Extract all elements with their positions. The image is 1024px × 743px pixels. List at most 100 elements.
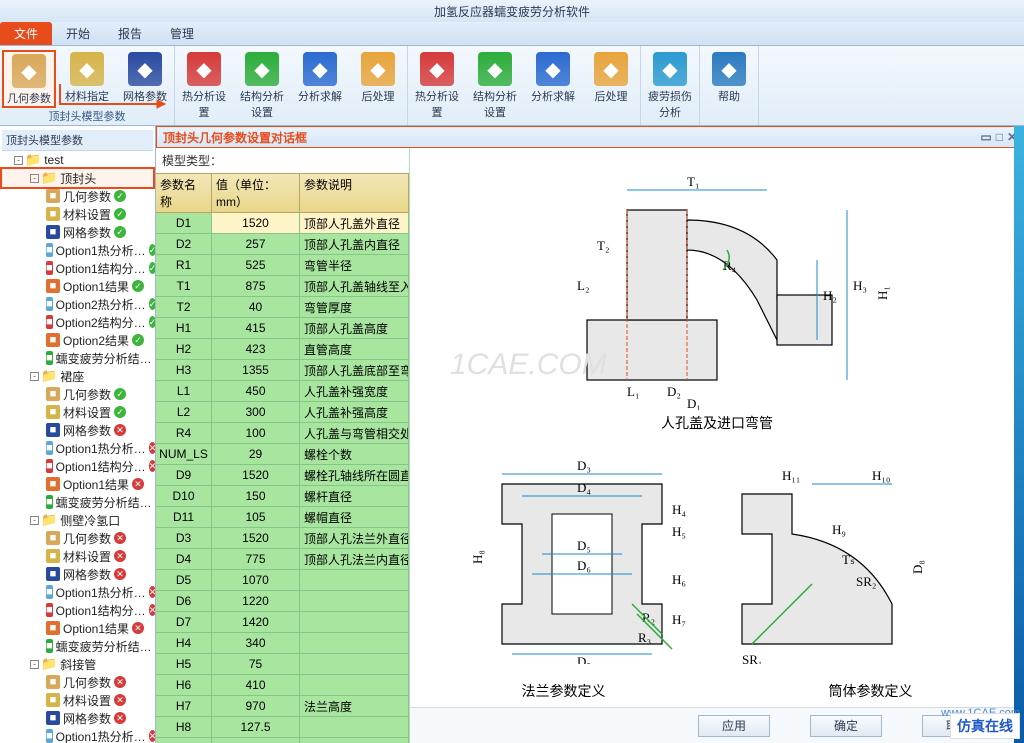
ribbon-分析求解[interactable]: ◆分析求解 xyxy=(293,50,347,120)
app-title: 加氢反应器蠕变疲劳分析软件 xyxy=(0,3,1024,20)
param-row[interactable]: H575 xyxy=(156,654,409,675)
apply-button[interactable]: 应用 xyxy=(698,715,770,737)
tree-item[interactable]: ■材料设置✓ xyxy=(2,205,153,223)
param-row[interactable]: D71420 xyxy=(156,612,409,633)
param-row[interactable]: H31355顶部人孔盖底部至弯… xyxy=(156,360,409,381)
tab-report[interactable]: 报告 xyxy=(104,22,156,45)
param-row[interactable]: D61220 xyxy=(156,591,409,612)
param-row[interactable]: D2257顶部人孔盖内直径 xyxy=(156,234,409,255)
param-row[interactable]: L2300人孔盖补强高度 xyxy=(156,402,409,423)
diagram-barrel: H₁₁ H₁₀ H₉ Tₛ SR₂ SR₁ D₈ xyxy=(722,454,972,664)
tree-item[interactable]: ■材料设置✕ xyxy=(2,691,153,709)
tree-item[interactable]: ■Option1结构分…✓ xyxy=(2,259,153,277)
param-row[interactable]: D11105螺帽直径 xyxy=(156,507,409,528)
tree-item[interactable]: ■几何参数✕ xyxy=(2,529,153,547)
tree-group-裙座[interactable]: -📁裙座 xyxy=(2,367,153,385)
ribbon-结构分析设置[interactable]: ◆结构分析设置 xyxy=(468,50,522,120)
svg-text:L₁: L₁ xyxy=(627,384,639,399)
ribbon-结构分析设置[interactable]: ◆结构分析设置 xyxy=(235,50,289,120)
caption-2: 法兰参数定义 xyxy=(410,679,717,707)
tab-manage[interactable]: 管理 xyxy=(156,22,208,45)
svg-text:D₄: D₄ xyxy=(577,480,591,495)
tree-item[interactable]: ■Option1热分析…✕ xyxy=(2,583,153,601)
ribbon-后处理[interactable]: ◆后处理 xyxy=(584,50,638,120)
param-row[interactable]: D31520顶部人孔法兰外直径 xyxy=(156,528,409,549)
tree-group-顶封头[interactable]: -📁顶封头 xyxy=(2,169,153,187)
param-row[interactable]: R220 xyxy=(156,738,409,743)
diagram-top: T₁ H₃ H₂ L₂ L₁ D₂ D₁ R₄ T₂ H₁ xyxy=(527,150,907,410)
param-row[interactable]: H2423直管高度 xyxy=(156,339,409,360)
param-row[interactable]: R4100人孔盖与弯管相交处倒角 xyxy=(156,423,409,444)
param-row[interactable]: H4340 xyxy=(156,633,409,654)
param-row[interactable]: T240弯管厚度 xyxy=(156,297,409,318)
tree-item[interactable]: ■Option1结构分…✕ xyxy=(2,601,153,619)
tree-item[interactable]: ■蠕变疲劳分析结…✓ xyxy=(2,349,153,367)
tree-item[interactable]: ■Option2结构分…✓ xyxy=(2,313,153,331)
tree-item[interactable]: ■几何参数✓ xyxy=(2,385,153,403)
tree-item[interactable]: ■材料设置✕ xyxy=(2,547,153,565)
param-row[interactable]: D51070 xyxy=(156,570,409,591)
tree-item[interactable]: ■Option1结果✕ xyxy=(2,619,153,637)
param-row[interactable]: D11520顶部人孔盖外直径 xyxy=(156,213,409,234)
ribbon-热分析设置[interactable]: ◆热分析设置 xyxy=(177,50,231,120)
tree-item[interactable]: ■网格参数✓ xyxy=(2,223,153,241)
tree-root[interactable]: -📁test xyxy=(2,151,153,169)
tree-item[interactable]: ■Option2热分析…✓ xyxy=(2,295,153,313)
dialog-title-text: 顶封头几何参数设置对话框 xyxy=(163,129,307,146)
ribbon-帮助[interactable]: ◆帮助 xyxy=(702,50,756,104)
param-row[interactable]: D10150螺杆直径 xyxy=(156,486,409,507)
tree-item[interactable]: ■Option1结果✕ xyxy=(2,475,153,493)
tree-item[interactable]: ■Option1热分析…✓ xyxy=(2,241,153,259)
svg-text:H₉: H₉ xyxy=(832,522,846,537)
ribbon-热分析设置[interactable]: ◆热分析设置 xyxy=(410,50,464,120)
tree-item[interactable]: ■Option2结果✓ xyxy=(2,331,153,349)
tree-group-斜接管[interactable]: -📁斜接管 xyxy=(2,655,153,673)
caption-3: 筒体参数定义 xyxy=(717,679,1024,707)
svg-text:H₁: H₁ xyxy=(875,286,890,300)
svg-text:D₃: D₃ xyxy=(577,458,591,473)
tree-item[interactable]: ■网格参数✕ xyxy=(2,709,153,727)
tree-item[interactable]: ■蠕变疲劳分析结…✕ xyxy=(2,493,153,511)
param-row[interactable]: H7970法兰高度 xyxy=(156,696,409,717)
minimize-icon[interactable]: ▭ xyxy=(980,130,991,144)
svg-text:T₁: T₁ xyxy=(687,174,699,189)
tree-item[interactable]: ■几何参数✓ xyxy=(2,187,153,205)
param-row[interactable]: L1450人孔盖补强宽度 xyxy=(156,381,409,402)
tree-item[interactable]: ■材料设置✓ xyxy=(2,403,153,421)
param-row[interactable]: D4775顶部人孔法兰内直径 xyxy=(156,549,409,570)
param-row[interactable]: D91520螺栓孔轴线所在圆直径 xyxy=(156,465,409,486)
ribbon-几何参数[interactable]: ◆几何参数 xyxy=(2,50,56,108)
tree-item[interactable]: ■Option1结果✓ xyxy=(2,277,153,295)
ribbon-后处理[interactable]: ◆后处理 xyxy=(351,50,405,120)
svg-text:H₆: H₆ xyxy=(672,572,686,587)
param-row[interactable]: H1415顶部人孔盖高度 xyxy=(156,318,409,339)
tree-item[interactable]: ■Option1热分析…✕ xyxy=(2,727,153,743)
ribbon-疲劳损伤分析[interactable]: ◆疲劳损伤分析 xyxy=(643,50,697,120)
tree-item[interactable]: ■蠕变疲劳分析结…✕ xyxy=(2,637,153,655)
tab-start[interactable]: 开始 xyxy=(52,22,104,45)
tree-item[interactable]: ■网格参数✕ xyxy=(2,421,153,439)
ribbon-材料指定[interactable]: ◆材料指定 xyxy=(60,50,114,108)
ok-button[interactable]: 确定 xyxy=(810,715,882,737)
tree-item[interactable]: ■Option1结构分…✕ xyxy=(2,457,153,475)
svg-text:H₂: H₂ xyxy=(823,288,837,303)
param-row[interactable]: NUM_LS29螺栓个数 xyxy=(156,444,409,465)
tree-group-侧壁冷氢口[interactable]: -📁侧壁冷氢口 xyxy=(2,511,153,529)
maximize-icon[interactable]: □ xyxy=(996,130,1003,144)
tree-item[interactable]: ■几何参数✕ xyxy=(2,673,153,691)
param-row[interactable]: T1875顶部人孔盖轴线至入… xyxy=(156,276,409,297)
tree-item[interactable]: ■Option1热分析…✕ xyxy=(2,439,153,457)
tab-file[interactable]: 文件 xyxy=(0,22,52,45)
ribbon-分析求解[interactable]: ◆分析求解 xyxy=(526,50,580,120)
svg-text:D₁: D₁ xyxy=(687,396,701,410)
hdr-desc: 参数说明 xyxy=(300,174,409,212)
svg-text:SR₁: SR₁ xyxy=(742,652,762,664)
param-row[interactable]: H8127.5 xyxy=(156,717,409,738)
tree-item[interactable]: ■网格参数✕ xyxy=(2,565,153,583)
param-row[interactable]: R1525弯管半径 xyxy=(156,255,409,276)
svg-text:D₈: D₈ xyxy=(910,560,925,574)
ribbon-网格参数[interactable]: ◆网格参数 xyxy=(118,50,172,108)
model-type-label: 模型类型： xyxy=(156,148,409,173)
param-row[interactable]: H6410 xyxy=(156,675,409,696)
svg-text:SR₂: SR₂ xyxy=(856,574,876,589)
